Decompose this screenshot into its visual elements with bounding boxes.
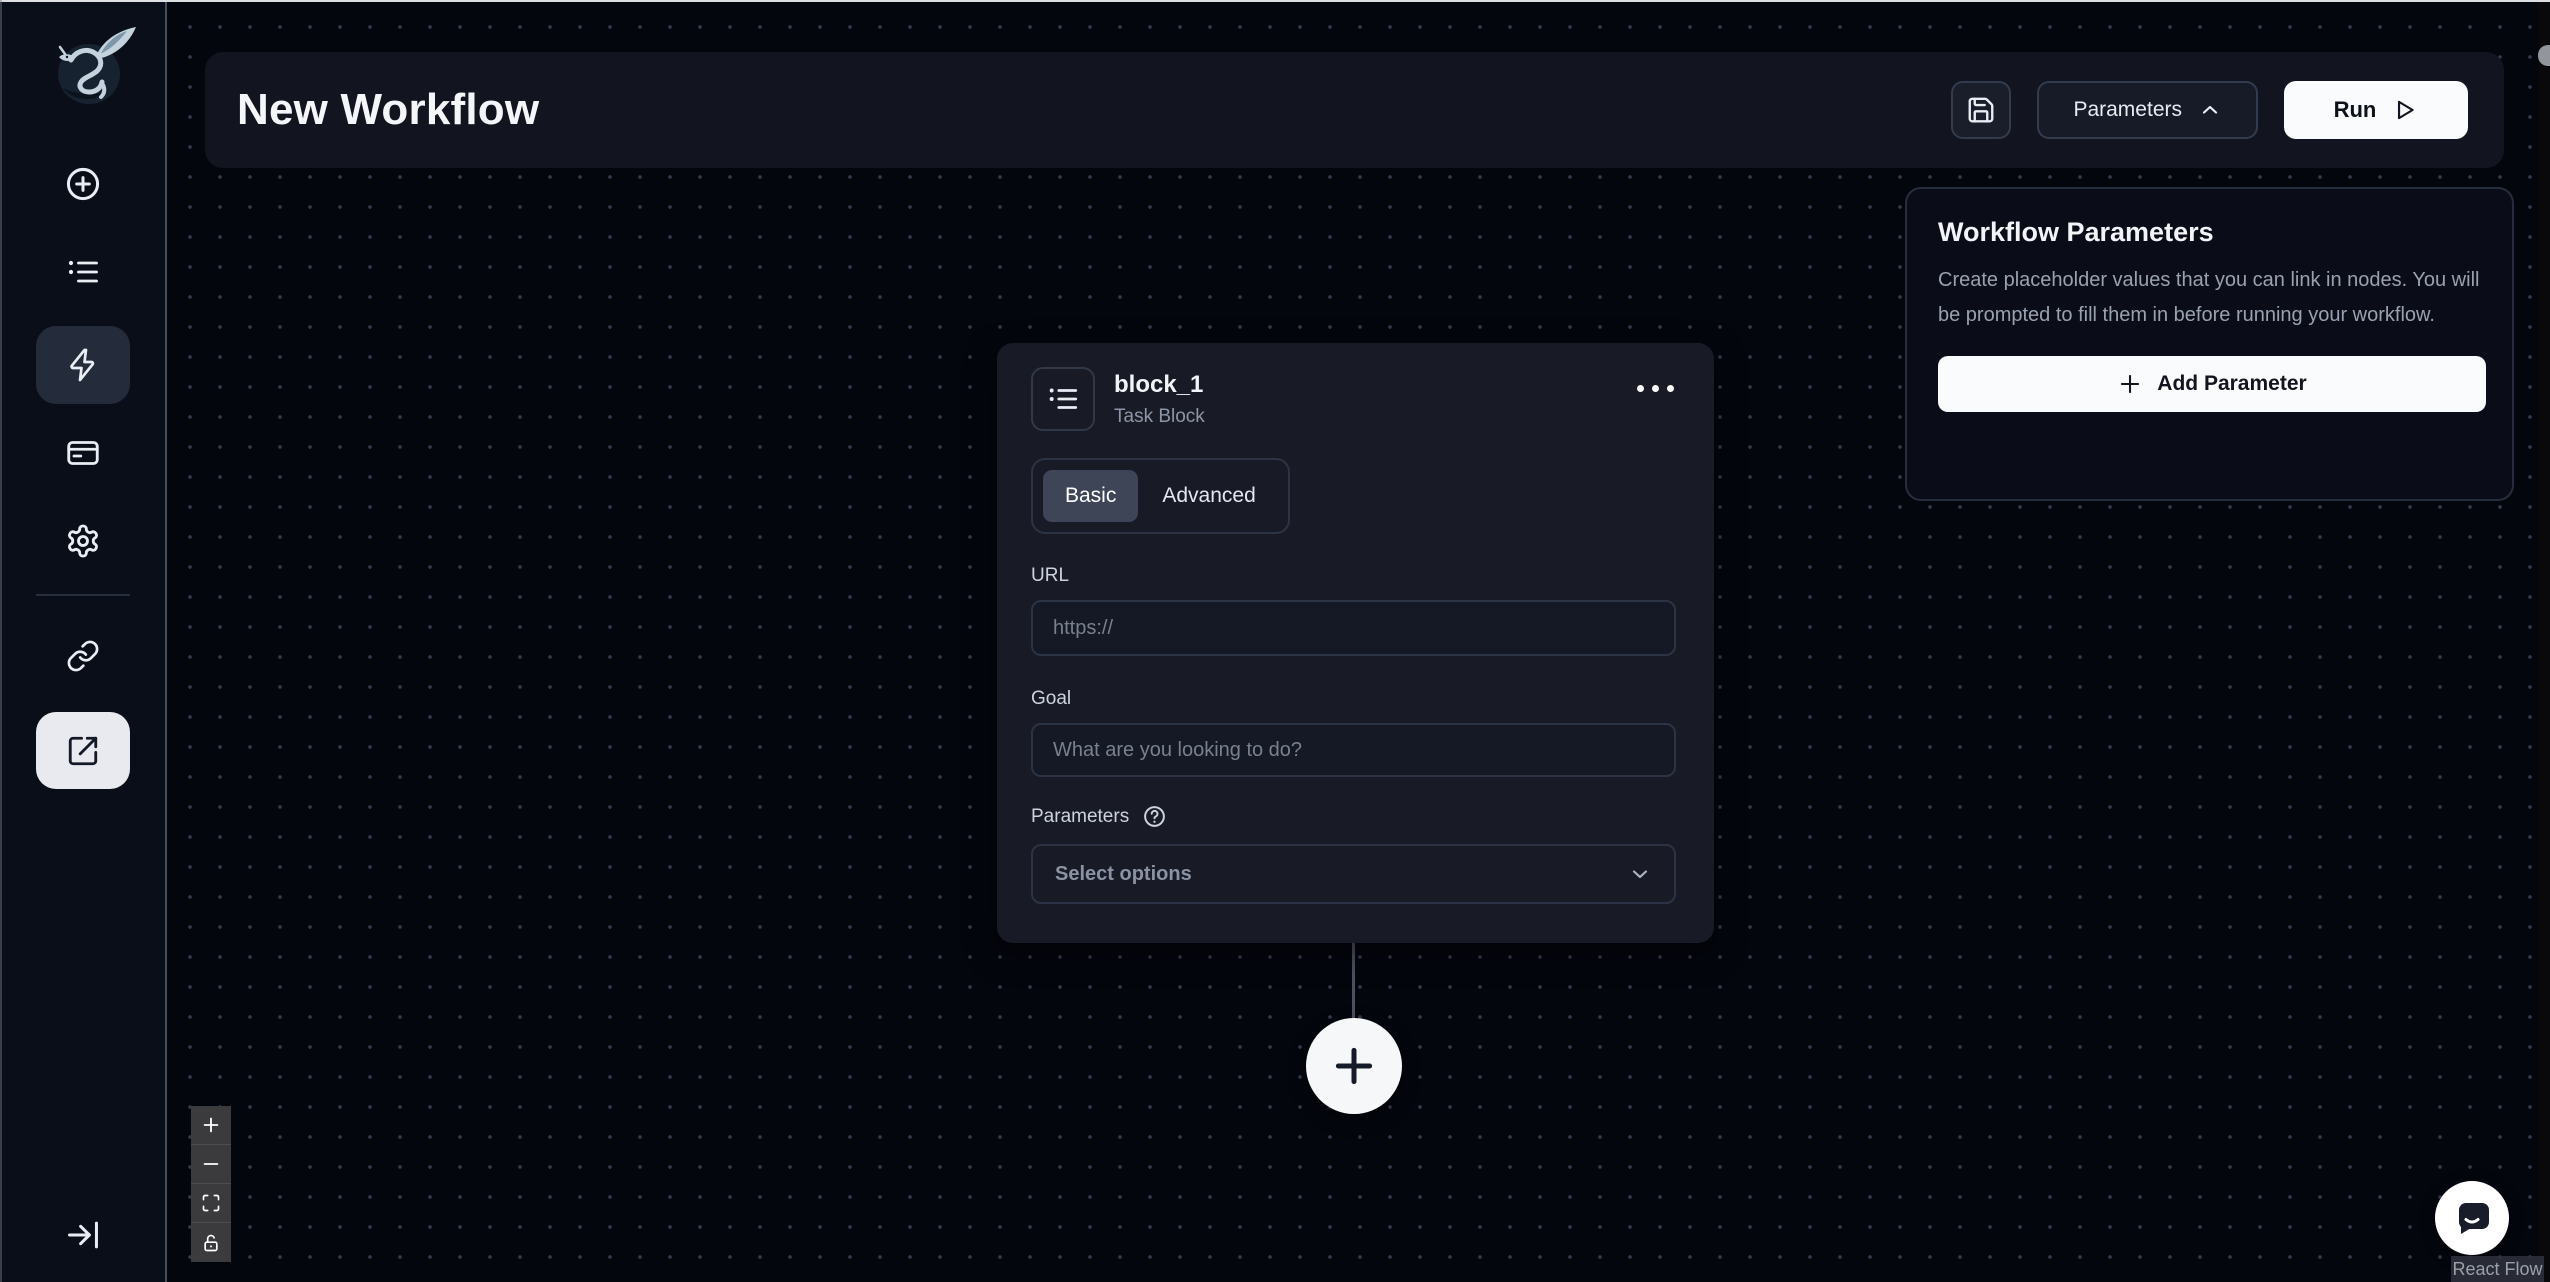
run-button[interactable]: Run: [2284, 81, 2468, 139]
page-title: New Workflow: [237, 85, 540, 134]
help-circle-icon: [1142, 804, 1167, 829]
chat-launcher-button[interactable]: [2435, 1181, 2509, 1255]
chat-bubble-icon: [2452, 1198, 2492, 1238]
credit-card-icon: [65, 435, 101, 471]
list-icon: [1046, 382, 1080, 416]
goal-label: Goal: [1031, 688, 1072, 709]
ellipsis-icon: [1637, 385, 1644, 392]
fit-view-button[interactable]: [191, 1184, 231, 1223]
zoom-in-button[interactable]: [191, 1106, 231, 1145]
skyvern-dragon-logo[interactable]: [44, 26, 142, 110]
parameters-help-button[interactable]: [1142, 804, 1167, 829]
sidebar-item-integrations[interactable]: [36, 624, 130, 688]
fit-view-icon: [201, 1193, 221, 1213]
node-subtitle: Task Block: [1114, 405, 1205, 427]
minus-icon: [200, 1153, 222, 1175]
arrow-right-to-line-icon: [64, 1216, 102, 1254]
node-tabs: Basic Advanced: [1031, 458, 1290, 534]
node-menu-button[interactable]: [1631, 379, 1680, 398]
url-input[interactable]: [1031, 600, 1676, 656]
sidebar-collapse-button[interactable]: [36, 1204, 130, 1266]
sidebar-item-settings[interactable]: [36, 509, 130, 573]
edge-connector: [1352, 943, 1355, 1019]
sidebar-item-workflows[interactable]: [36, 326, 130, 404]
plus-icon: [200, 1114, 222, 1136]
url-label: URL: [1031, 565, 1070, 586]
window-left-edge: [0, 0, 2, 1282]
workflow-parameters-panel: Workflow Parameters Create placeholder v…: [1905, 187, 2514, 501]
panel-title: Workflow Parameters: [1938, 217, 2214, 247]
node-title: block_1: [1114, 370, 1204, 398]
task-block-node[interactable]: block_1 Task Block Basic Advanced URL Go…: [997, 343, 1714, 943]
run-button-label: Run: [2333, 97, 2377, 122]
sidebar: [0, 0, 167, 1282]
parameters-label: Parameters: [1031, 805, 1130, 827]
header-bar: New Workflow Parameters Run: [205, 52, 2504, 168]
zap-icon: [65, 347, 101, 383]
save-icon: [1966, 95, 1996, 125]
tab-advanced[interactable]: Advanced: [1140, 470, 1277, 522]
play-icon: [2392, 97, 2418, 123]
chevron-down-icon: [1628, 862, 1652, 886]
sidebar-item-create[interactable]: [36, 152, 130, 216]
parameters-select[interactable]: Select options: [1031, 844, 1676, 904]
add-parameter-label: Add Parameter: [2157, 372, 2307, 395]
scrollbar-thumb[interactable]: [2538, 45, 2550, 66]
node-type-icon-box: [1031, 367, 1095, 431]
plus-icon: [1329, 1041, 1379, 1091]
node-header: block_1 Task Block: [1031, 367, 1677, 431]
plus-circle-icon: [64, 165, 102, 203]
workflow-editor: New Workflow Parameters Run block_1 Task…: [0, 0, 2550, 1282]
canvas-zoom-controls: [191, 1106, 231, 1262]
add-block-button[interactable]: [1306, 1018, 1402, 1114]
goal-input[interactable]: [1031, 723, 1676, 777]
parameters-button-label: Parameters: [2073, 98, 2182, 121]
unlock-icon: [201, 1233, 221, 1253]
window-top-edge: [0, 0, 2550, 2]
add-parameter-button[interactable]: Add Parameter: [1938, 356, 2486, 412]
panel-description: Create placeholder values that you can l…: [1938, 269, 2480, 326]
scrollbar-track: [2538, 0, 2550, 1282]
chevron-up-icon: [2198, 98, 2222, 122]
tab-basic[interactable]: Basic: [1043, 470, 1139, 522]
save-button[interactable]: [1951, 81, 2012, 139]
react-flow-attribution[interactable]: React Flow: [2451, 1256, 2544, 1282]
parameters-toggle-button[interactable]: Parameters: [2037, 81, 2258, 139]
plus-icon: [2117, 371, 2143, 397]
link-icon: [66, 639, 100, 673]
list-icon: [65, 254, 101, 290]
sidebar-item-external[interactable]: [36, 712, 130, 789]
lock-toggle-button[interactable]: [191, 1223, 231, 1262]
parameters-select-value: Select options: [1055, 862, 1192, 885]
sidebar-divider: [36, 594, 130, 596]
zoom-out-button[interactable]: [191, 1145, 231, 1184]
sidebar-item-billing[interactable]: [36, 421, 130, 485]
external-link-icon: [66, 734, 100, 768]
settings-gear-icon: [65, 523, 101, 559]
sidebar-item-tasks[interactable]: [36, 240, 130, 304]
